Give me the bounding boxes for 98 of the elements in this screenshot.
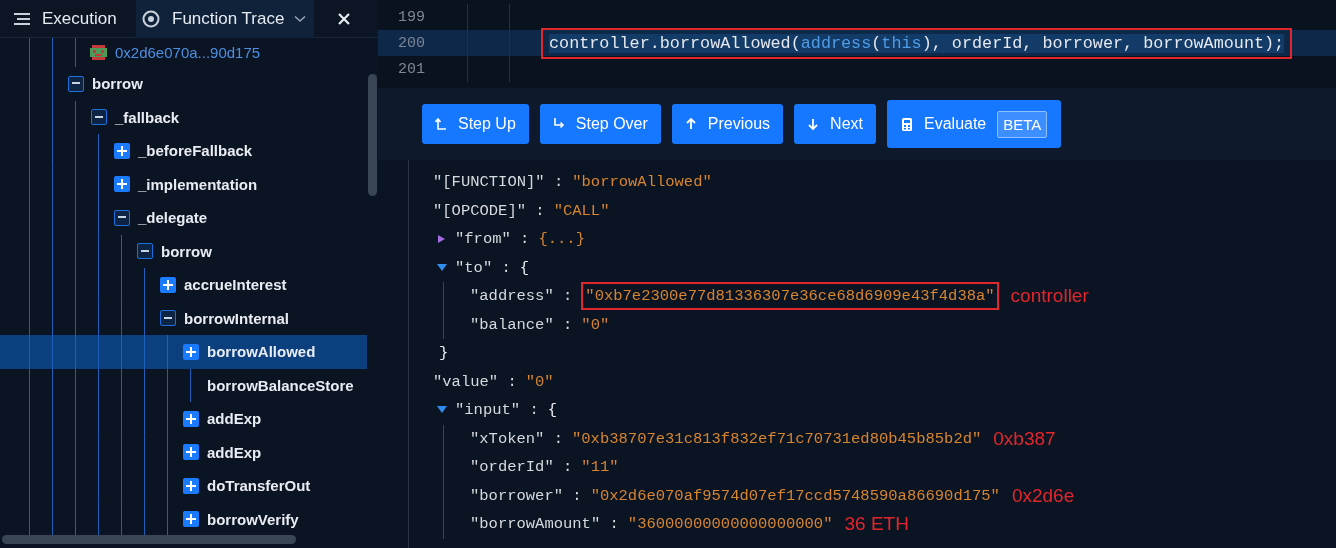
collapse-toggle[interactable]: [113, 209, 130, 226]
function-name: borrow: [92, 75, 143, 93]
tree-row[interactable]: borrowAllowed: [0, 335, 367, 369]
tree-row[interactable]: doTransferOut: [0, 469, 367, 503]
annotation-note: 0x2d6e: [1011, 484, 1075, 507]
tree-row[interactable]: borrowBalanceStore: [0, 368, 367, 402]
brace: {: [519, 258, 530, 277]
expand-toggle[interactable]: [182, 511, 199, 528]
list-icon: [14, 12, 30, 25]
annotation-note: 36 ETH: [844, 513, 909, 536]
brace: {: [547, 401, 558, 420]
toolbar-button[interactable]: Next: [794, 104, 876, 144]
json-key: "from" :: [455, 230, 530, 249]
line-number: 201: [397, 60, 426, 78]
json-key: "orderId" :: [470, 458, 573, 477]
toolbar-button[interactable]: Step Over: [539, 104, 661, 144]
identicon-icon: [90, 45, 107, 60]
tree-row[interactable]: _delegate: [0, 201, 367, 235]
json-key: "address" :: [470, 287, 573, 306]
json-value: "0xb38707e31c813f832ef71c70731ed80b45b85b2d": [572, 429, 982, 448]
view-selector[interactable]: Function Trace: [136, 0, 315, 38]
beta-badge: BETA: [997, 110, 1048, 138]
function-name: _implementation: [138, 175, 258, 193]
function-name: addExp: [207, 443, 262, 461]
json-key: "to" :: [455, 258, 511, 277]
tree-row[interactable]: addExp: [0, 435, 367, 469]
function-name: _fallback: [115, 108, 180, 126]
annotation-note: 0xb387: [993, 427, 1056, 450]
json-value: "0": [525, 372, 554, 391]
tree-row[interactable]: _implementation: [0, 167, 367, 201]
json-key: "xToken" :: [470, 429, 563, 448]
close-icon: [338, 12, 351, 25]
collapse-toggle[interactable]: [67, 75, 84, 92]
json-value: "borrowAllowed": [572, 173, 712, 192]
expand-toggle[interactable]: [113, 142, 130, 159]
json-value: "0x2d6e070af9574d07ef17ccd5748590a86690d175": [590, 486, 1000, 505]
function-name: borrowVerify: [207, 510, 299, 528]
json-key: "[OPCODE]" :: [433, 201, 545, 220]
target-icon: [142, 9, 160, 28]
function-name: accrueInterest: [184, 276, 287, 294]
collapse-toggle[interactable]: [136, 243, 153, 260]
line-number: 200: [397, 34, 426, 52]
function-name: _beforeFallback: [138, 142, 253, 160]
function-name: doTransferOut: [207, 477, 311, 495]
annotation-note: controller: [1010, 285, 1089, 308]
json-key: "value" :: [433, 372, 517, 391]
function-name: borrowInternal: [184, 309, 289, 327]
function-name: borrowAllowed: [207, 343, 316, 361]
collapse-toggle[interactable]: [159, 310, 176, 327]
tree-row[interactable]: _fallback: [0, 100, 367, 134]
toolbar-button[interactable]: Evaluate BETA: [887, 100, 1062, 148]
json-value: "0xb7e2300e77d81336307e36ce68d6909e43f4d38a": [585, 287, 995, 306]
expand-toggle[interactable]: [182, 444, 199, 461]
chevron-down-icon: [294, 14, 307, 23]
calculator-icon: [901, 117, 913, 131]
caret-icon[interactable]: [437, 406, 447, 415]
toolbar-button[interactable]: Previous: [671, 104, 784, 144]
toolbar-button[interactable]: Step Up: [422, 104, 529, 144]
corner-arrow-right-icon: [552, 117, 565, 131]
tree-row[interactable]: borrowVerify: [0, 502, 367, 536]
json-key: "borrowAmount" :: [470, 515, 619, 534]
scrollbar[interactable]: [2, 535, 296, 544]
expand-toggle[interactable]: [182, 477, 199, 494]
tree-row[interactable]: addExp: [0, 402, 367, 436]
expand-toggle[interactable]: [113, 176, 130, 193]
address-link[interactable]: 0x2d6e070a...90d175: [115, 44, 261, 61]
function-name: borrow: [161, 242, 212, 260]
function-name: addExp: [207, 410, 262, 428]
panel-title: Execution: [42, 8, 118, 29]
tree-row[interactable]: 0x2d6e070a...90d175: [0, 38, 367, 67]
json-value: "CALL": [553, 201, 610, 220]
expand-toggle[interactable]: [159, 276, 176, 293]
caret-icon[interactable]: [437, 235, 447, 244]
tree-row[interactable]: borrow: [0, 234, 367, 268]
json-value: "0": [581, 315, 610, 334]
arrow-up-icon: [684, 117, 697, 131]
tree-row[interactable]: borrow: [0, 67, 367, 101]
json-key: "[FUNCTION]" :: [433, 173, 564, 192]
corner-arrow-up-icon: [435, 117, 447, 131]
brace: }: [439, 344, 449, 363]
json-value: "11": [581, 458, 619, 477]
json-key: "balance" :: [470, 315, 573, 334]
collapsed-preview: {...}: [538, 230, 585, 249]
function-name: _delegate: [138, 209, 208, 227]
collapse-toggle[interactable]: [90, 109, 107, 126]
caret-icon[interactable]: [437, 263, 447, 272]
json-key: "input" :: [455, 401, 539, 420]
expand-toggle[interactable]: [182, 410, 199, 427]
tree-row[interactable]: accrueInterest: [0, 268, 367, 302]
line-number: 199: [397, 8, 426, 26]
expand-toggle[interactable]: [182, 343, 199, 360]
json-key: "borrower" :: [470, 486, 582, 505]
tree-row[interactable]: borrowInternal: [0, 301, 367, 335]
function-name: borrowBalanceStore: [207, 376, 354, 394]
tree-row[interactable]: _beforeFallback: [0, 134, 367, 168]
scrollbar[interactable]: [368, 74, 377, 196]
arrow-down-icon: [807, 117, 820, 131]
json-value: "36000000000000000000": [627, 515, 833, 534]
